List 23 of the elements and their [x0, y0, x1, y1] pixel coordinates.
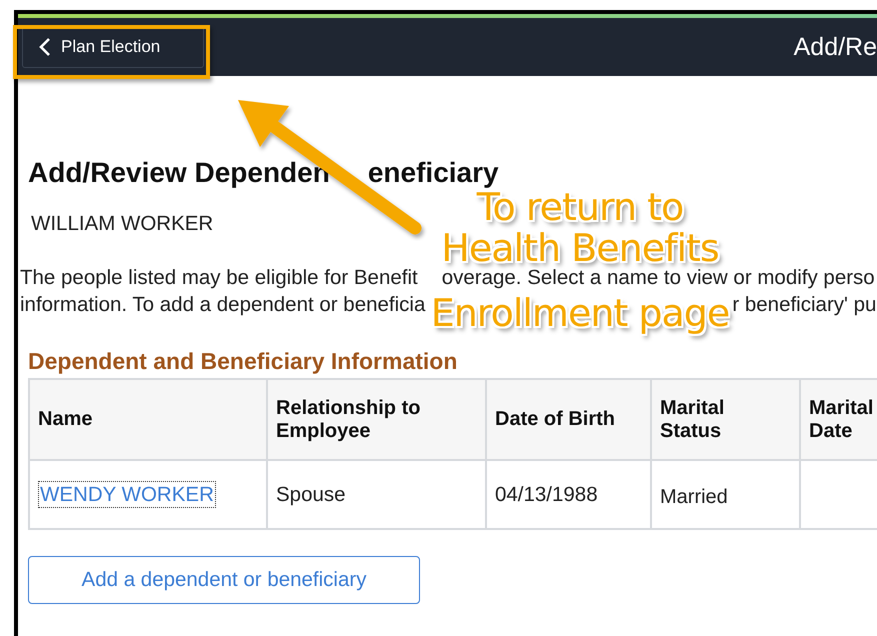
intro-text: The people listed may be eligible for Benefit [20, 268, 418, 289]
intro-text: information. To add a dependent or beneficia [20, 295, 426, 316]
column-header: Marital Status [651, 379, 800, 460]
column-header: Marital Date [800, 379, 877, 460]
intro-text: overage. Select a name to view or modify perso [442, 268, 875, 289]
table-cell: Married [651, 460, 800, 529]
column-header: Name [29, 379, 267, 460]
section-title: Dependent and Beneficiary Information [28, 348, 458, 374]
employee-name: WILLIAM WORKER [31, 212, 214, 236]
page-title: eneficiary [368, 157, 499, 189]
column-header: Relationship to Employee [267, 379, 486, 460]
callout-text: To return to [476, 193, 684, 221]
callout-text: Enrollment page [430, 290, 730, 336]
table-cell: 04/13/1988 [486, 460, 651, 529]
callout-text: Health Benefits [441, 234, 719, 262]
dependent-name-link[interactable]: WENDY WORKER [38, 480, 216, 508]
column-header: Date of Birth [486, 379, 651, 460]
page-title: Add/Review Dependen [28, 157, 330, 189]
intro-text: r beneficiary' pu [732, 295, 876, 316]
page-header-title: Add/Re [794, 32, 877, 62]
table-cell: Spouse [267, 460, 486, 529]
add-dependent-button[interactable]: Add a dependent or beneficiary [28, 556, 420, 604]
chevron-left-icon [39, 37, 51, 57]
